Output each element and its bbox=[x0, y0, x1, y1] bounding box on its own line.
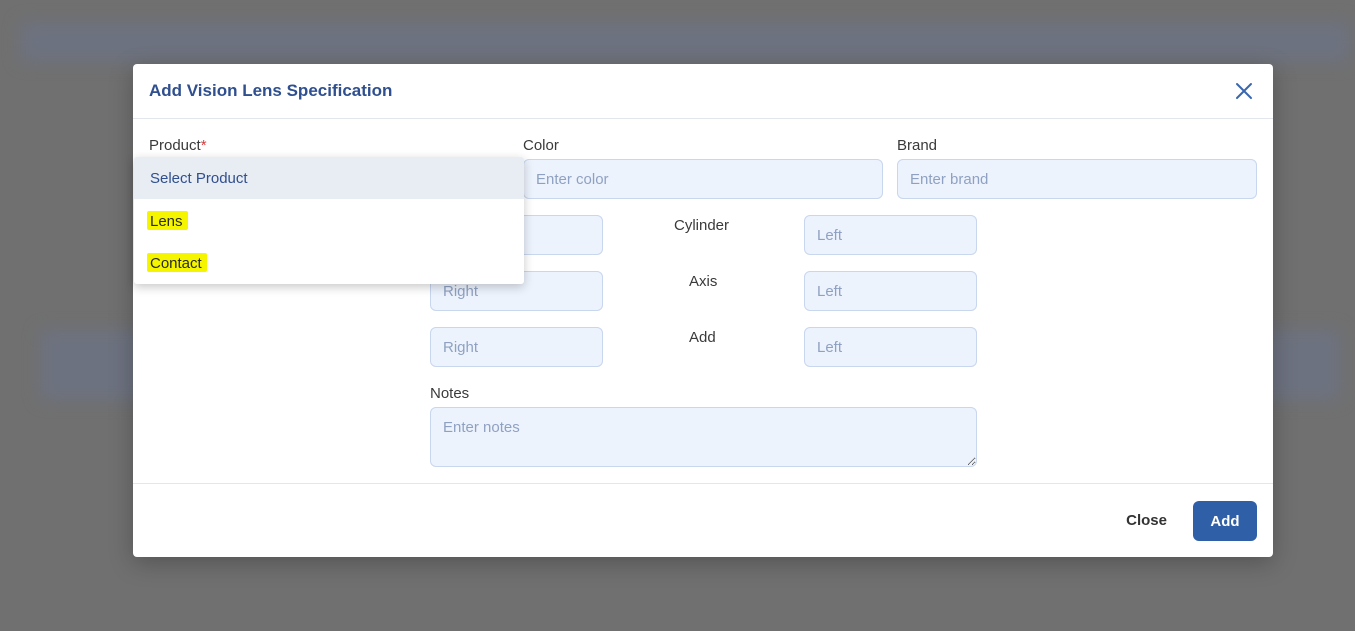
product-label: Product* bbox=[149, 137, 207, 154]
modal-header: Add Vision Lens Specification bbox=[133, 64, 1273, 119]
axis-left-input[interactable] bbox=[804, 271, 977, 311]
product-dropdown-menu: Select Product Lens Contact bbox=[134, 157, 524, 284]
axis-label: Axis bbox=[689, 273, 718, 290]
dropdown-option-select-product[interactable]: Select Product bbox=[134, 157, 524, 199]
brand-input[interactable] bbox=[897, 159, 1257, 199]
dropdown-option-label: Lens bbox=[147, 210, 188, 230]
brand-label: Brand bbox=[897, 137, 938, 154]
dropdown-option-lens[interactable]: Lens bbox=[134, 199, 524, 241]
notes-label: Notes bbox=[430, 385, 470, 402]
add-label: Add bbox=[689, 329, 716, 346]
add-left-input[interactable] bbox=[804, 327, 977, 367]
color-input[interactable] bbox=[523, 159, 883, 199]
add-button[interactable]: Add bbox=[1193, 501, 1257, 541]
notes-textarea[interactable] bbox=[430, 407, 977, 467]
close-icon[interactable] bbox=[1233, 80, 1255, 102]
modal-title: Add Vision Lens Specification bbox=[149, 81, 393, 100]
dropdown-option-label: Contact bbox=[147, 252, 207, 272]
cylinder-left-input[interactable] bbox=[804, 215, 977, 255]
add-lens-spec-modal: Add Vision Lens Specification Product* C… bbox=[133, 64, 1273, 557]
modal-footer: Close Add bbox=[133, 483, 1273, 557]
cylinder-label: Cylinder bbox=[674, 217, 730, 234]
dropdown-option-contact[interactable]: Contact bbox=[134, 241, 524, 283]
background-blur-bar bbox=[20, 22, 1350, 62]
add-right-input[interactable] bbox=[430, 327, 603, 367]
color-label: Color bbox=[523, 137, 559, 154]
required-mark: * bbox=[200, 137, 207, 154]
close-button[interactable]: Close bbox=[1126, 512, 1167, 529]
